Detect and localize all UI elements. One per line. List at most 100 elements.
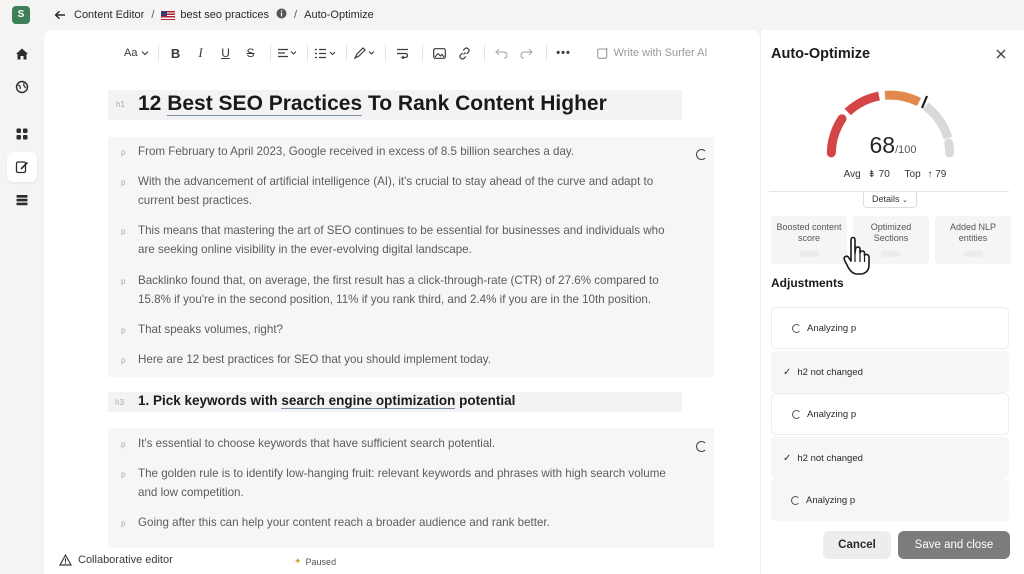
metric-placeholder xyxy=(799,251,819,257)
metric-placeholder xyxy=(963,251,983,257)
block-tag-p: p xyxy=(121,148,126,157)
loading-spinner-icon xyxy=(696,149,707,160)
panel-title: Auto-Optimize xyxy=(771,46,871,62)
home-icon[interactable] xyxy=(7,39,37,69)
paragraph[interactable]: It's essential to choose keywords that h… xyxy=(138,434,678,453)
title-part: 12 xyxy=(138,92,168,115)
top-arrow-icon: ↑ xyxy=(927,169,933,180)
loading-spinner-icon xyxy=(792,409,801,419)
bold-icon[interactable]: B xyxy=(166,42,186,64)
loading-spinner-icon xyxy=(696,441,707,452)
content-score: 68 xyxy=(869,132,896,158)
image-icon[interactable] xyxy=(430,42,450,64)
paragraph[interactable]: From February to April 2023, Google rece… xyxy=(138,142,678,161)
toolbar-divider xyxy=(421,45,423,61)
font-size-dropdown[interactable]: Aa xyxy=(124,42,149,64)
chevron-down-icon: ⌄ xyxy=(902,197,908,204)
toolbar-divider xyxy=(483,45,485,61)
paragraph[interactable]: Going after this can help your content r… xyxy=(138,513,678,532)
paragraph[interactable]: With the advancement of artificial intel… xyxy=(138,172,678,210)
block-tag-p: p xyxy=(121,440,126,449)
text-wrap-icon[interactable] xyxy=(393,42,413,64)
cancel-button[interactable]: Cancel xyxy=(823,531,891,559)
back-arrow-icon[interactable] xyxy=(46,0,74,30)
database-icon[interactable] xyxy=(7,185,37,215)
apps-grid-icon[interactable] xyxy=(7,119,37,149)
write-with-surfer-ai-button[interactable]: Write with Surfer AI xyxy=(596,47,708,59)
close-icon[interactable] xyxy=(993,46,1009,62)
adjustments-heading: Adjustments xyxy=(771,276,844,290)
toolbar-divider xyxy=(545,45,547,61)
paragraph[interactable]: The golden rule is to identify low-hangi… xyxy=(138,464,678,502)
adjustment-label: h2 not changed xyxy=(797,366,863,378)
toolbar-divider xyxy=(345,45,347,61)
info-icon[interactable] xyxy=(276,8,287,22)
paused-status: ✦ Paused xyxy=(294,556,336,567)
ai-sparkle-icon xyxy=(596,47,609,59)
highlight-pen-dropdown[interactable] xyxy=(353,42,376,64)
align-dropdown[interactable] xyxy=(277,42,298,64)
heading-part: potential xyxy=(455,393,516,408)
paragraph[interactable]: Here are 12 best practices for SEO that … xyxy=(138,350,678,369)
toolbar-divider xyxy=(306,45,308,61)
undo-icon[interactable] xyxy=(492,42,512,64)
breadcrumb-auto-optimize: Auto-Optimize xyxy=(304,9,374,21)
adjustment-item[interactable]: Analyzing p xyxy=(771,393,1009,435)
score-max: /100 xyxy=(895,144,917,156)
left-rail: S xyxy=(0,0,44,574)
section-heading[interactable]: 1. Pick keywords with search engine opti… xyxy=(138,393,516,409)
document-title[interactable]: 12 Best SEO Practices To Rank Content Hi… xyxy=(138,92,607,116)
block-tag-p: p xyxy=(121,277,126,286)
collaborative-editor-indicator[interactable]: Collaborative editor xyxy=(59,554,173,566)
collab-label: Collaborative editor xyxy=(78,554,173,566)
breadcrumb-content-editor[interactable]: Content Editor xyxy=(74,9,144,21)
app-logo[interactable]: S xyxy=(12,6,30,24)
adjustment-label: Analyzing p xyxy=(807,322,857,334)
strikethrough-icon[interactable]: S xyxy=(241,42,261,64)
list-dropdown[interactable] xyxy=(314,42,337,64)
adjustment-item[interactable]: ✓ h2 not changed xyxy=(771,437,1009,479)
top-value: 79 xyxy=(935,169,947,180)
metric-boosted-score: Boosted content score xyxy=(771,216,847,264)
breadcrumb-separator: / xyxy=(294,9,298,21)
paragraph[interactable]: Backlinko found that, on average, the fi… xyxy=(138,271,678,309)
details-label: Details xyxy=(872,194,900,204)
block-tag-p: p xyxy=(121,356,126,365)
paragraph[interactable]: That speaks volumes, right? xyxy=(138,320,678,339)
italic-icon[interactable]: I xyxy=(191,42,211,64)
us-flag-icon xyxy=(161,10,176,20)
adjustment-label: Analyzing p xyxy=(806,494,856,506)
more-options-icon[interactable]: ••• xyxy=(554,42,574,64)
adjustment-label: h2 not changed xyxy=(797,452,863,464)
block-tag-p: p xyxy=(121,178,126,187)
adjustment-item[interactable]: Analyzing p xyxy=(771,307,1009,349)
hand-pointer-cursor-icon xyxy=(843,236,870,275)
warning-icon xyxy=(59,554,72,566)
score-benchmarks: Avg ⇟ 70 Top ↑ 79 xyxy=(761,169,1024,180)
content-editor-icon[interactable] xyxy=(7,152,37,182)
heading-part: 1. Pick keywords with xyxy=(138,393,282,408)
toolbar-divider xyxy=(384,45,386,61)
link-icon[interactable] xyxy=(455,42,475,64)
paragraph[interactable]: This means that mastering the art of SEO… xyxy=(138,221,678,259)
editor-toolbar: Aa B I U S ••• Write with Surfer AI xyxy=(44,30,760,76)
breadcrumb-document[interactable]: best seo practices xyxy=(180,9,269,21)
adjustment-item[interactable]: Analyzing p xyxy=(771,479,1009,521)
title-part: To Rank Content Higher xyxy=(362,92,607,115)
metric-label: Added NLP entities xyxy=(949,222,997,243)
loading-spinner-icon xyxy=(791,495,800,505)
auto-optimize-panel: Auto-Optimize 68/100 Avg ⇟ 70 Top ↑ 79 D… xyxy=(760,30,1024,574)
globe-icon[interactable] xyxy=(7,72,37,102)
paused-label: Paused xyxy=(305,556,337,567)
block-tag-h3: h3 xyxy=(115,398,124,407)
ai-label: Write with Surfer AI xyxy=(613,47,708,59)
editor-canvas: Aa B I U S ••• Write with Surfer AI h1 1… xyxy=(44,30,760,548)
adjustment-item[interactable]: ✓ h2 not changed xyxy=(771,351,1009,393)
redo-icon[interactable] xyxy=(517,42,537,64)
details-toggle[interactable]: Details ⌄ xyxy=(863,192,917,208)
save-and-close-button[interactable]: Save and close xyxy=(898,531,1010,559)
metric-label: Boosted content score xyxy=(776,222,842,243)
block-tag-h1: h1 xyxy=(116,100,125,109)
metric-placeholder xyxy=(881,251,901,257)
underline-icon[interactable]: U xyxy=(216,42,236,64)
